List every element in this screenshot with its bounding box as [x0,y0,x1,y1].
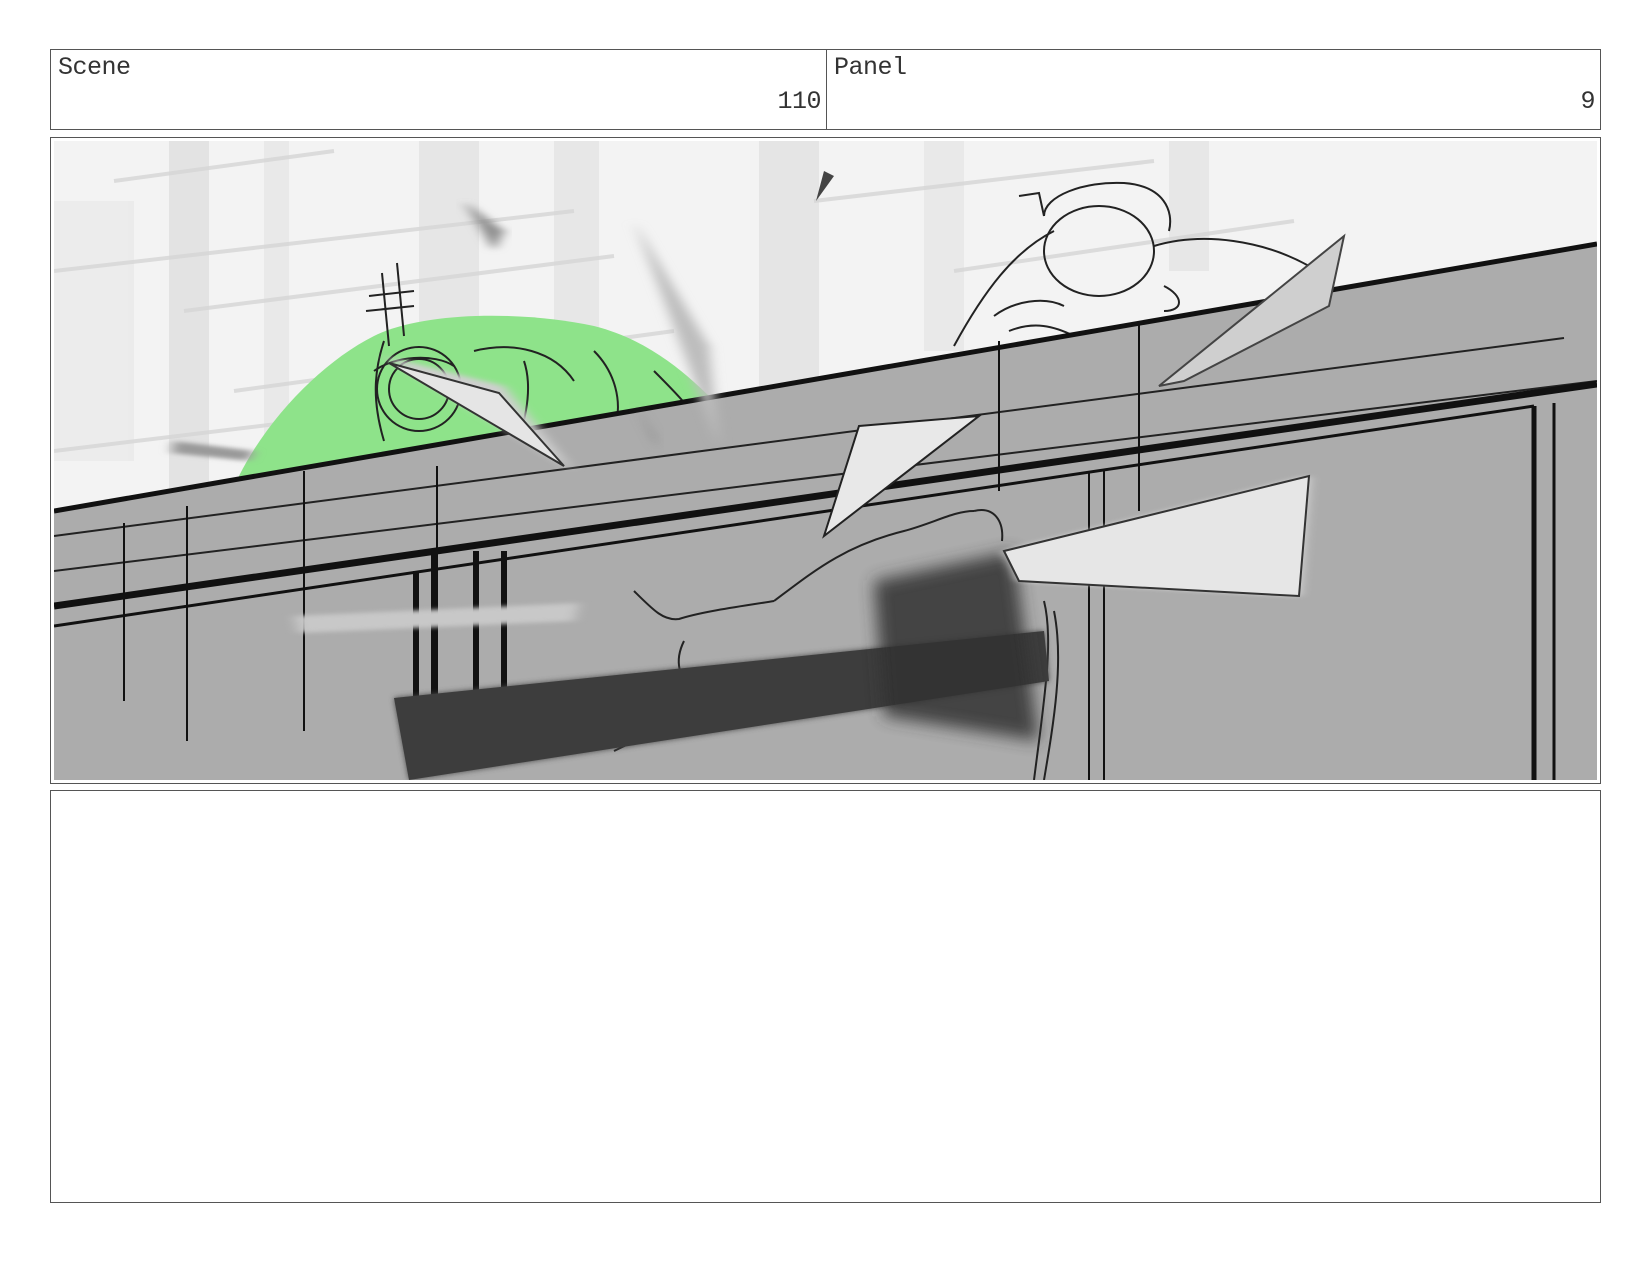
storyboard-header: Scene 110 Panel 9 [50,49,1601,130]
scene-number: 110 [777,87,821,116]
notes-area [50,790,1601,1203]
panel-label: Panel [834,53,907,82]
scene-cell: Scene 110 [51,50,827,129]
scene-label: Scene [58,53,131,82]
storyboard-sketch [54,141,1597,780]
storyboard-image-frame [50,137,1601,784]
panel-number: 9 [1580,87,1595,116]
panel-cell: Panel 9 [827,50,1600,129]
